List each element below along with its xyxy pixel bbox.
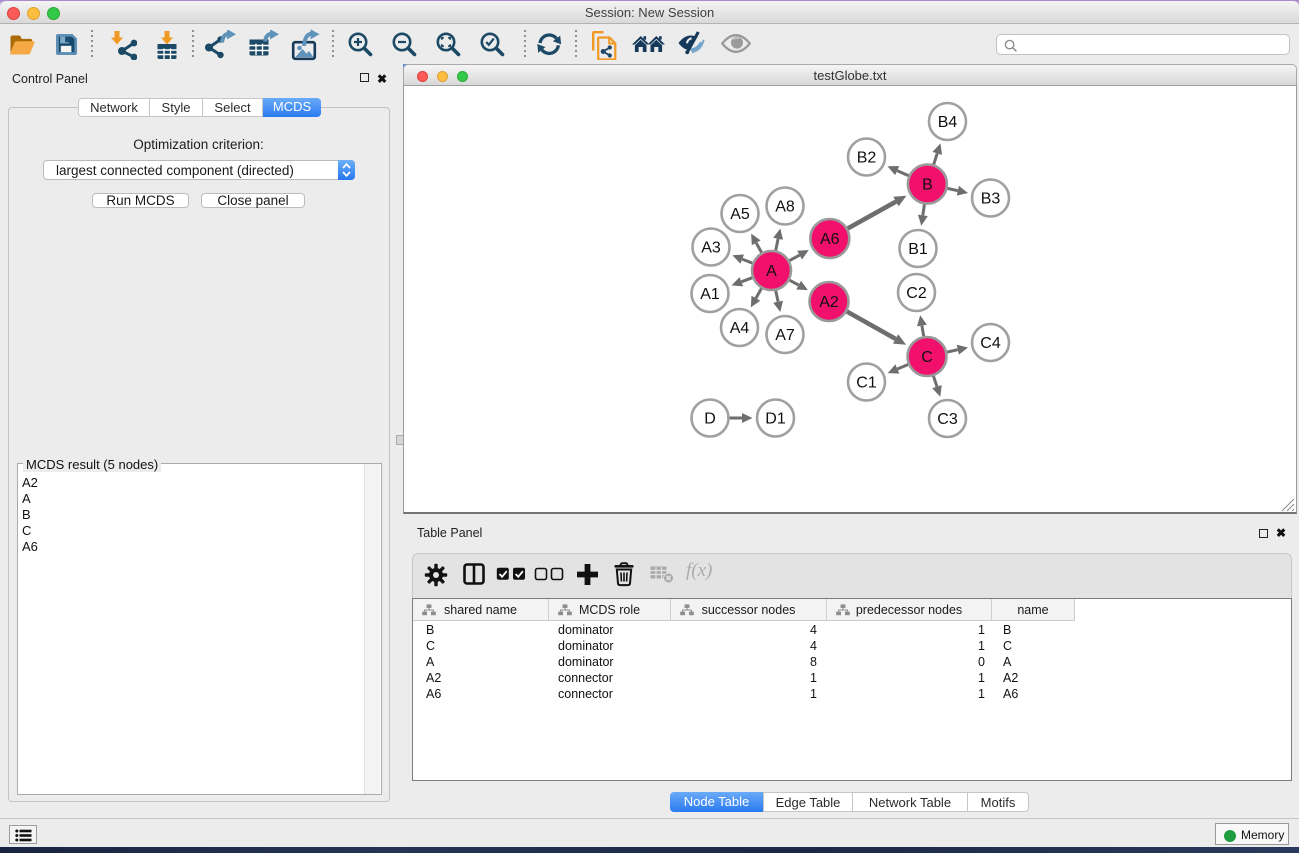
svg-text:D: D: [704, 411, 716, 428]
svg-text:A7: A7: [775, 327, 795, 344]
svg-text:A8: A8: [775, 199, 795, 216]
svg-text:C4: C4: [980, 335, 1001, 352]
svg-text:C1: C1: [856, 375, 877, 392]
svg-text:C3: C3: [937, 411, 958, 428]
svg-text:C: C: [921, 349, 933, 366]
svg-text:B3: B3: [981, 191, 1001, 208]
svg-text:B: B: [922, 177, 933, 194]
svg-text:C2: C2: [906, 285, 927, 302]
svg-text:A4: A4: [730, 320, 750, 337]
svg-text:B2: B2: [857, 150, 877, 167]
svg-text:A6: A6: [820, 231, 840, 248]
svg-text:A2: A2: [819, 294, 839, 311]
svg-text:A3: A3: [701, 240, 721, 257]
svg-text:D1: D1: [765, 411, 786, 428]
svg-text:A: A: [766, 263, 777, 280]
svg-text:B4: B4: [938, 114, 958, 131]
svg-text:B1: B1: [908, 241, 928, 258]
svg-text:A1: A1: [700, 286, 720, 303]
svg-text:A5: A5: [730, 206, 750, 223]
